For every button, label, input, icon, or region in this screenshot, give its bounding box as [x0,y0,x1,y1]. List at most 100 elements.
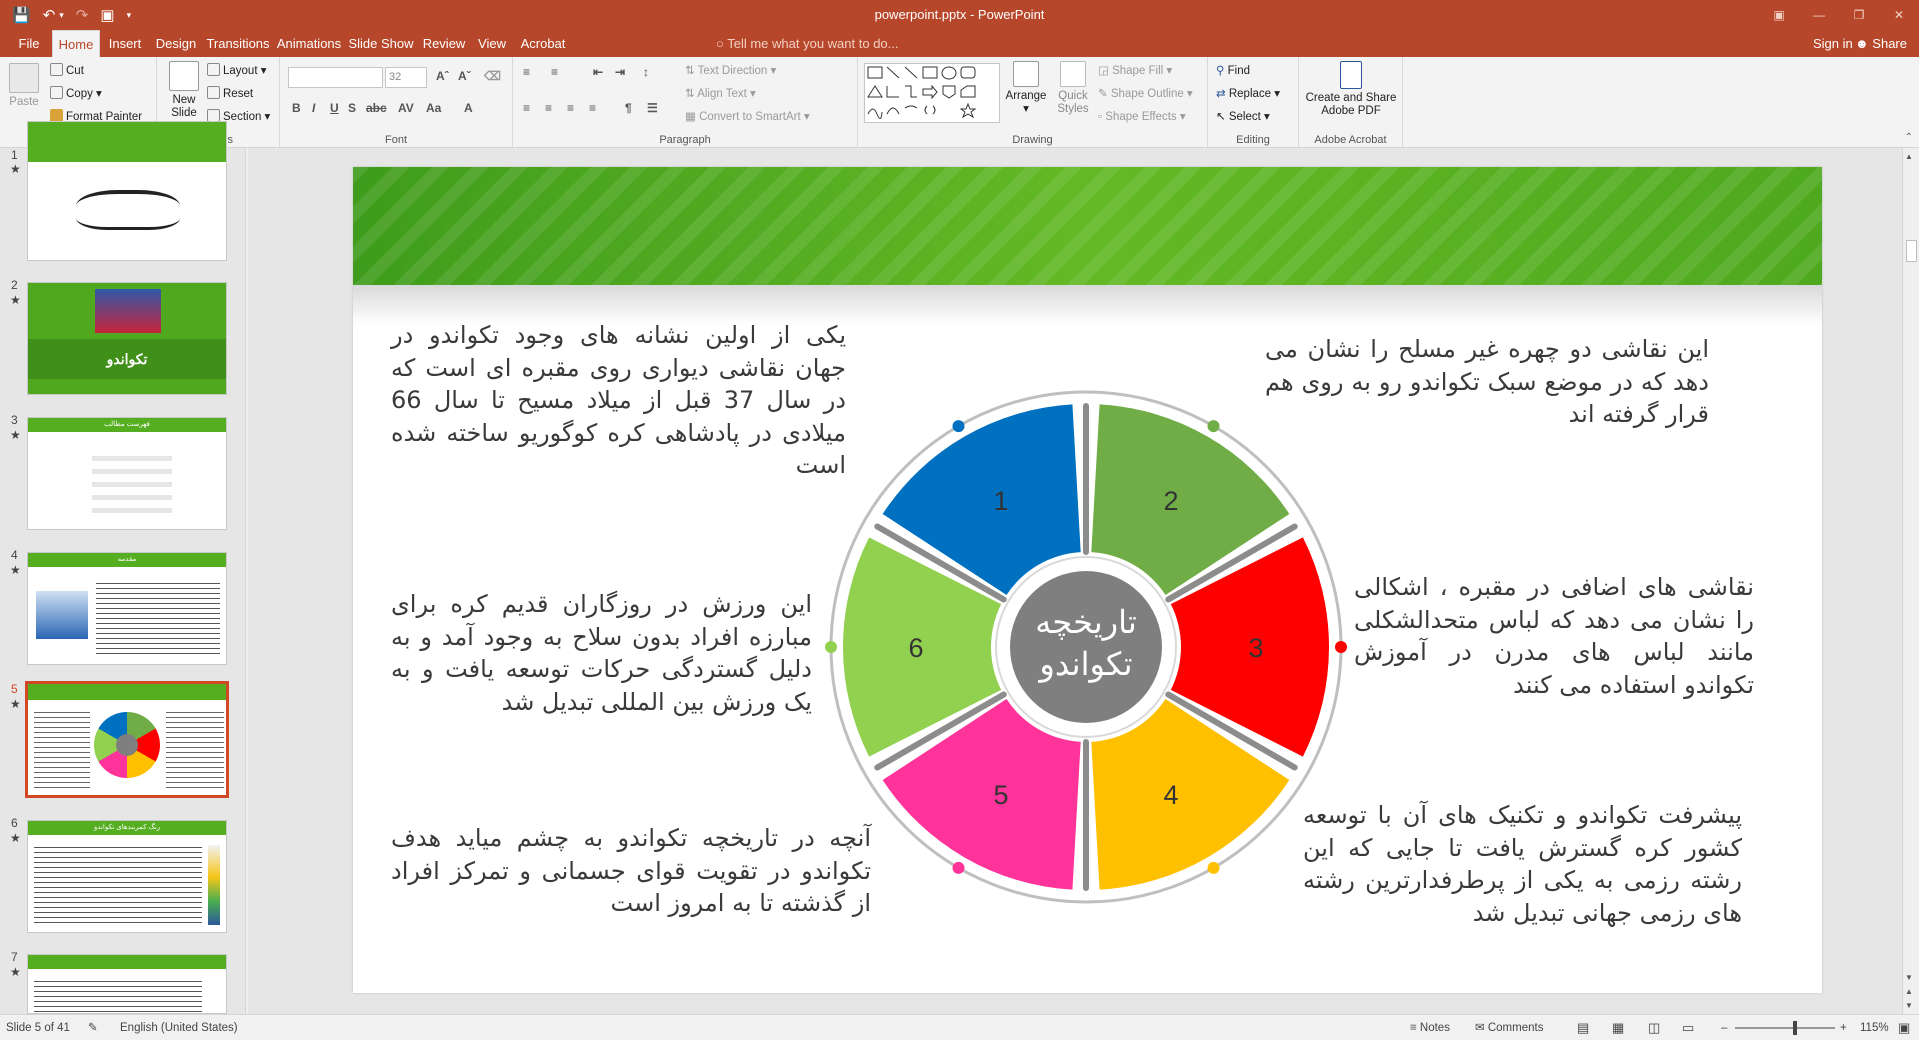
layout-button[interactable]: Layout ▾ [207,63,267,77]
align-center-icon[interactable]: ≡ [545,101,552,115]
font-size-combo[interactable]: 32 [385,67,427,88]
new-slide-button[interactable]: New Slide [163,61,205,120]
slide-show-icon[interactable]: ▭ [1682,1015,1694,1040]
slide-thumbnail-3[interactable]: فهرست مطالب [27,417,227,530]
line-spacing-icon[interactable]: ↕ [643,65,649,79]
bold-icon[interactable]: B [292,101,301,115]
slide-thumbnail-4[interactable]: مقدمه [27,552,227,665]
reading-view-icon[interactable]: ◫ [1648,1015,1660,1040]
find-button[interactable]: ⚲ Find [1216,63,1250,77]
zoom-slider-thumb[interactable] [1793,1021,1797,1035]
wheel-segment-1[interactable] [882,404,1081,595]
tab-insert[interactable]: Insert [102,30,148,57]
scroll-up-arrow-icon[interactable]: ▲ [1905,152,1913,161]
collapse-ribbon-icon[interactable]: ⌃ [1905,132,1913,143]
wheel-segment-5[interactable] [882,699,1081,890]
undo-icon[interactable]: ↶ [43,6,56,24]
slide-thumbnail-2[interactable]: تکواندو [27,282,227,395]
text-top-right[interactable]: این نقاشی دو چهره غیر مسلح را نشان می ده… [1265,333,1709,431]
underline-icon[interactable]: U [330,101,339,115]
ribbon-display-options-icon[interactable]: ▣ [1759,0,1799,30]
notes-button[interactable]: ≡ Notes [1410,1015,1450,1040]
numbering-icon[interactable]: ≡ [551,65,558,79]
tab-review[interactable]: Review [420,30,468,57]
convert-smartart-button[interactable]: ▦ Convert to SmartArt ▾ [685,109,810,123]
decrease-font-icon[interactable]: Aˇ [458,69,471,83]
tab-view[interactable]: View [472,30,512,57]
character-spacing-icon[interactable]: AV [398,101,414,115]
slide-sorter-icon[interactable]: ▦ [1612,1015,1624,1040]
decrease-indent-icon[interactable]: ⇤ [593,65,603,79]
share-button[interactable]: ☻ Share [1855,30,1907,57]
customize-qat-icon[interactable]: ▾ [127,10,132,21]
tab-transitions[interactable]: Transitions [204,30,272,57]
close-icon[interactable]: ✕ [1879,0,1919,30]
select-button[interactable]: ↖ Select ▾ [1216,109,1270,123]
italic-icon[interactable]: I [312,101,315,115]
shape-effects-button[interactable]: ▫ Shape Effects ▾ [1098,109,1186,123]
wheel-segment-4[interactable] [1091,699,1290,890]
redo-icon[interactable]: ↷ [76,6,89,24]
shape-fill-button[interactable]: ◲ Shape Fill ▾ [1098,63,1172,77]
font-color-icon[interactable]: A [464,101,473,115]
increase-indent-icon[interactable]: ⇥ [615,65,625,79]
next-slide-icon[interactable]: ▼ [1905,1001,1913,1010]
previous-slide-icon[interactable]: ▲ [1905,987,1913,996]
zoom-in-icon[interactable]: + [1840,1015,1847,1040]
tab-acrobat[interactable]: Acrobat [516,30,570,57]
tab-animations[interactable]: Animations [275,30,343,57]
undo-dropdown-icon[interactable]: ▾ [59,10,64,21]
text-bottom-right[interactable]: پیشرفت تکواندو و تکنیک های آن با توسعه ک… [1303,799,1742,929]
text-bottom-left[interactable]: آنچه در تاریخچه تکواندو به چشم میاید هدف… [391,822,871,920]
quick-styles-button[interactable]: Quick Styles [1052,61,1094,116]
bullets-icon[interactable]: ≡ [523,65,530,79]
shapes-gallery[interactable] [864,63,1000,123]
tab-slide-show[interactable]: Slide Show [347,30,415,57]
zoom-slider[interactable] [1735,1021,1835,1035]
create-share-pdf-button[interactable]: Create and Share Adobe PDF [1303,61,1399,118]
columns-icon[interactable]: ☰ [647,101,658,115]
increase-font-icon[interactable]: Aˆ [436,69,449,83]
justify-icon[interactable]: ≡ [589,101,596,115]
tab-home[interactable]: Home [52,30,100,57]
arrange-button[interactable]: Arrange ▾ [1004,61,1048,116]
fit-to-window-icon[interactable]: ▣ [1898,1015,1910,1040]
clear-formatting-icon[interactable]: ⌫ [484,69,501,83]
change-case-icon[interactable]: Aa [426,101,441,115]
slide-thumbnail-1[interactable] [27,121,227,261]
normal-view-icon[interactable]: ▤ [1577,1015,1589,1040]
text-top-left[interactable]: یکی از اولین نشانه های وجود تکواندو در ج… [391,319,846,482]
replace-button[interactable]: ⇄ Replace ▾ [1216,86,1280,100]
text-mid-right[interactable]: نقاشی های اضافی در مقبره ، اشکالی را نشا… [1354,571,1754,701]
reset-button[interactable]: Reset [207,86,253,100]
strikethrough-icon[interactable]: abc [366,101,387,115]
tab-design[interactable]: Design [150,30,202,57]
zoom-level[interactable]: 115% [1860,1015,1889,1040]
font-name-combo[interactable] [288,67,383,88]
tell-me-box[interactable]: ○ Tell me what you want to do... [716,30,899,57]
language-indicator[interactable]: English (United States) [120,1015,238,1040]
rtl-icon[interactable]: ¶ [625,101,632,115]
comments-button[interactable]: ✉ Comments [1475,1015,1543,1040]
shape-outline-button[interactable]: ✎ Shape Outline ▾ [1098,86,1193,100]
maximize-icon[interactable]: ❐ [1839,0,1879,30]
text-direction-button[interactable]: ⇅ Text Direction ▾ [685,63,776,77]
scroll-thumb[interactable] [1906,240,1917,262]
slide-thumbnail-6[interactable]: رنگ کمربندهای تکواندو [27,820,227,933]
wheel-segment-2[interactable] [1091,404,1290,595]
slide-thumbnail-5-selected[interactable] [25,681,229,798]
sign-in-link[interactable]: Sign in [1813,30,1853,57]
minimize-icon[interactable]: — [1799,0,1839,30]
cut-button[interactable]: Cut [50,63,84,77]
align-left-icon[interactable]: ≡ [523,101,530,115]
paste-button[interactable]: Paste [6,63,42,109]
tab-file[interactable]: File [8,30,50,57]
slide-thumbnail-7[interactable] [27,954,227,1014]
wheel-segment-6[interactable] [843,537,1002,757]
save-icon[interactable]: 💾 [12,6,31,24]
copy-button[interactable]: Copy ▾ [50,86,102,100]
slide-scrollbar[interactable]: ▲ ▼ ▲ ▼ [1902,148,1919,1014]
shadow-icon[interactable]: S [348,101,356,115]
wheel-segment-3[interactable] [1170,537,1329,757]
start-from-beginning-icon[interactable]: ▣ [100,6,114,24]
